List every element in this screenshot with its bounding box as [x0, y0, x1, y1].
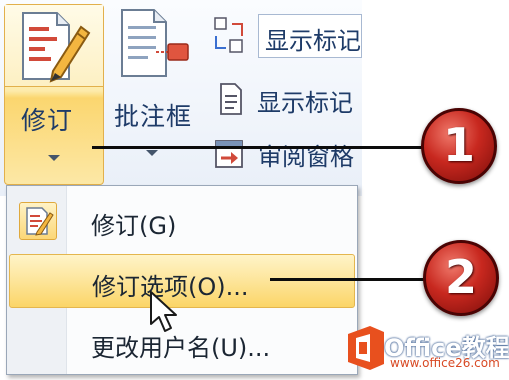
review-ribbon-group: 修订 批注框 显示标记 显示标记 审阅窗格	[0, 0, 362, 196]
callout-number: 1	[442, 118, 475, 172]
mouse-cursor-icon	[150, 291, 177, 332]
show-markup-button[interactable]: 显示标记	[257, 83, 353, 118]
callout-2-leader	[270, 278, 426, 281]
pencil-document-icon	[19, 202, 57, 240]
menu-item-track-changes[interactable]: 修订(G)	[9, 194, 355, 248]
document-comment-icon	[121, 9, 189, 77]
display-for-review-value: 显示标记	[265, 27, 361, 55]
track-changes-split-button[interactable]: 修订	[4, 4, 104, 185]
balloons-label[interactable]: 批注框	[114, 97, 192, 133]
document-icon	[220, 83, 242, 115]
office-logo-icon	[348, 326, 384, 370]
callout-number: 2	[444, 250, 477, 304]
callout-badge-1: 1	[421, 108, 497, 184]
track-changes-label: 修订	[21, 106, 74, 135]
reviewing-pane-button[interactable]: 审阅窗格	[258, 137, 354, 172]
watermark-url: www.office26.com	[390, 356, 500, 370]
balloons-chevron-icon[interactable]	[146, 150, 158, 156]
callout-badge-2: 2	[423, 240, 499, 316]
pane-arrow-icon	[215, 140, 243, 168]
pencil-document-icon	[22, 12, 91, 83]
display-for-review-combo[interactable]: 显示标记	[258, 14, 362, 58]
menu-item-label: 修订(G)	[91, 212, 177, 240]
track-changes-button-top[interactable]	[5, 5, 103, 87]
markup-swap-icon	[214, 17, 243, 53]
callout-1-leader	[92, 146, 424, 149]
chevron-down-icon[interactable]	[48, 155, 60, 161]
